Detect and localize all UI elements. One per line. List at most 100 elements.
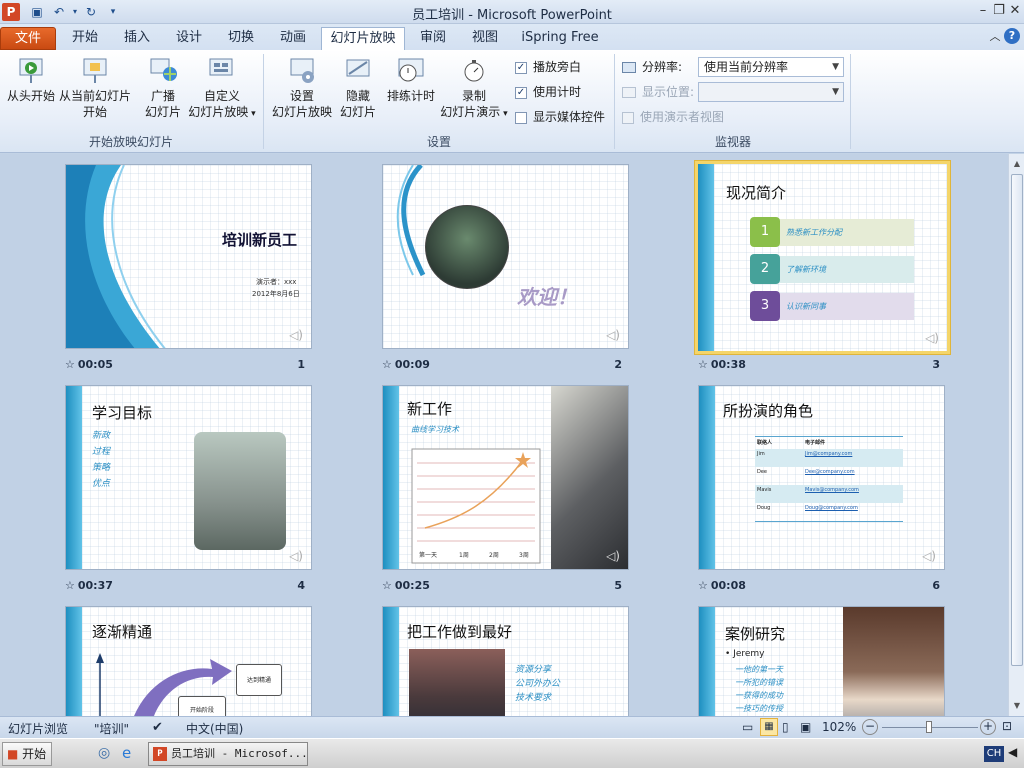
window-title: 员工培训 - Microsoft PowerPoint — [412, 8, 612, 23]
elderly-man-photo — [843, 607, 944, 716]
tab-review[interactable]: 审阅 — [410, 27, 456, 50]
show-media-controls-checkbox[interactable]: 显示媒体控件 — [515, 108, 605, 126]
theme-name[interactable]: "培训" — [94, 720, 129, 737]
slide-meta-2: ☆ 00:09 2 — [382, 358, 622, 371]
sub-bullet-list: 一他的第一天 一所犯的错误 一获得的成功 一技巧的传授 — [735, 665, 783, 713]
slideshow-view-icon[interactable]: ▣ — [800, 720, 811, 734]
slide-side-stripe — [698, 164, 714, 351]
slide-thumbnail-2[interactable]: 欢迎！ ◁) — [382, 164, 629, 349]
broadcast-icon — [150, 58, 177, 81]
table-header: 联络人 电子邮件 — [757, 440, 826, 446]
record-slideshow-button[interactable]: 录制 幻灯片演示 ▾ — [437, 56, 511, 122]
spellcheck-icon[interactable]: ✔ — [152, 720, 163, 735]
zoom-in-icon[interactable]: + — [980, 719, 996, 735]
setup-slideshow-button[interactable]: 设置 幻灯片放映 — [269, 56, 335, 120]
transition-star-icon: ☆ — [65, 358, 75, 371]
tab-transitions[interactable]: 切换 — [218, 27, 264, 50]
chevron-down-icon: ▼ — [832, 62, 839, 72]
tray-expand-icon[interactable]: ◀ — [1008, 745, 1017, 759]
tab-slide-show[interactable]: 幻灯片放映 — [321, 27, 405, 50]
hide-slide-icon — [346, 59, 370, 77]
tab-file[interactable]: 文件 — [0, 27, 56, 50]
from-current-slide-button[interactable]: 从当前幻灯片 开始 — [58, 56, 132, 120]
scroll-up-icon[interactable]: ▲ — [1009, 156, 1024, 172]
start-group-label: 开始放映幻灯片 — [88, 135, 173, 149]
slide-title: 现况简介 — [726, 184, 787, 202]
slide-meta-6: ☆ 00:08 6 — [698, 579, 940, 592]
list-item-text: 了解新环境 — [786, 265, 826, 274]
language-indicator[interactable]: 中文(中国) — [186, 720, 243, 737]
monitors-group-label: 监视器 — [714, 135, 751, 149]
list-item-text: 熟悉新工作分配 — [786, 228, 842, 237]
slide-side-stripe — [66, 607, 82, 716]
blue-wave-decoration — [66, 165, 166, 348]
presenter-view-checkbox[interactable]: 使用演示者视图 — [622, 108, 724, 126]
custom-slideshow-button[interactable]: 自定义 幻灯片放映 ▾ — [186, 56, 258, 122]
tab-design[interactable]: 设计 — [166, 27, 212, 50]
tab-insert[interactable]: 插入 — [114, 27, 160, 50]
help-icon[interactable]: ? — [1004, 28, 1020, 44]
zoom-level[interactable]: 102% — [822, 720, 856, 734]
title-bar: P ▣ ↶ ▾ ↻ ▾ 员工培训 - Microsoft PowerPoint … — [0, 0, 1024, 24]
slide-title: 欢迎！ — [517, 285, 577, 309]
fit-to-window-icon[interactable]: ⊡ — [1002, 719, 1012, 733]
table-row: Doug Doug@company.com — [757, 505, 858, 511]
slide-thumbnail-6[interactable]: 所扮演的角色 联络人 电子邮件 Jim Jim@company.com Dee Dee… — [698, 385, 945, 570]
show-on-label: 显示位置: — [622, 83, 694, 101]
tab-view[interactable]: 视图 — [462, 27, 508, 50]
contact-table: 联络人 电子邮件 Jim Jim@company.com Dee Dee@compan… — [755, 436, 903, 522]
people-photo — [194, 432, 286, 550]
input-language-indicator[interactable]: CH — [984, 746, 1004, 762]
slide-title: 新工作 — [407, 400, 453, 418]
slide-sorter-view-icon[interactable]: ▦ — [760, 718, 778, 736]
slide-thumbnail-1[interactable]: 培训新员工 演示者：xxx 2012年8月6日 ◁) — [65, 164, 312, 349]
slide-meta-5: ☆ 00:25 5 — [382, 579, 622, 592]
windows-logo-icon: ■ — [7, 747, 19, 761]
rehearse-timings-button[interactable]: 排练计时 — [383, 56, 439, 104]
play-narrations-checkbox[interactable]: ✓ 播放旁白 — [515, 58, 581, 76]
slide-thumbnail-8[interactable]: 把工作做到最好 资源分享 公司外办公 技术要求 — [382, 606, 629, 716]
tab-animations[interactable]: 动画 — [270, 27, 316, 50]
slide-thumbnail-7[interactable]: 逐渐精通 达到精通 开始阶段 — [65, 606, 312, 716]
slide-thumbnail-9[interactable]: 案例研究 • Jeremy 一他的第一天 一所犯的错误 一获得的成功 一技巧的传… — [698, 606, 945, 716]
close-icon[interactable]: ✕ — [1006, 2, 1024, 20]
zoom-out-icon[interactable]: − — [862, 719, 878, 735]
broadcast-slideshow-button[interactable]: 广播 幻灯片 — [140, 56, 186, 120]
resolution-dropdown[interactable]: 使用当前分辨率 ▼ — [698, 57, 844, 77]
zoom-slider-thumb[interactable] — [926, 721, 932, 733]
slide-side-stripe — [699, 386, 715, 569]
tab-ispring[interactable]: iSpring Free — [514, 27, 606, 50]
checkbox-checked-icon: ✓ — [515, 61, 527, 74]
from-beginning-button[interactable]: 从头开始 — [4, 56, 58, 104]
collapse-ribbon-icon[interactable]: ︿ — [986, 28, 1004, 46]
bullet-list: 资源分享 公司外办公 技术要求 — [515, 665, 561, 703]
diagram-box: 达到精通 — [236, 664, 282, 696]
hide-slide-button[interactable]: 隐藏 幻灯片 — [335, 56, 381, 120]
desktop-icon[interactable]: ◎ — [98, 745, 110, 761]
setup-group-label: 设置 — [426, 135, 451, 149]
scrollbar-thumb[interactable] — [1011, 174, 1023, 666]
slide-thumbnail-4[interactable]: 学习目标 新政 过程 策略 优点 ◁) — [65, 385, 312, 570]
normal-view-icon[interactable]: ▭ — [742, 720, 753, 734]
status-bar: 幻灯片浏览 "培训" ✔ 中文(中国) ▭ ▦ ▯ ▣ 102% − + ⊡ — [0, 716, 1024, 738]
checkbox-checked-icon: ✓ — [515, 86, 527, 99]
reading-view-icon[interactable]: ▯ — [782, 720, 789, 734]
taskbar-powerpoint-window[interactable]: P 员工培训 - Microsof... — [148, 742, 308, 766]
tab-home[interactable]: 开始 — [62, 27, 108, 50]
slide-meta-4: ☆ 00:37 4 — [65, 579, 305, 592]
use-timings-checkbox[interactable]: ✓ 使用计时 — [515, 83, 581, 101]
slide-thumbnail-3[interactable]: 现况简介 1 熟悉新工作分配 2 了解新环境 3 认识新同事 ◁) — [695, 161, 950, 354]
show-on-dropdown[interactable]: ▼ — [698, 82, 844, 102]
slide-title: 把工作做到最好 — [407, 623, 513, 641]
ribbon: 从头开始 从当前幻灯片 开始 广播 幻灯片 自定义 幻灯片放映 ▾ 开始放映幻灯… — [0, 50, 1024, 153]
table-row: Mavis Mavis@company.com — [755, 485, 903, 503]
start-button[interactable]: ■ 开始 — [2, 742, 52, 766]
vertical-scrollbar[interactable]: ▲ ▼ — [1008, 154, 1024, 716]
slide-thumbnail-5[interactable]: 新工作 曲线学习技术 第一天 1周 2周 3周 ◁) — [382, 385, 629, 570]
scroll-down-icon[interactable]: ▼ — [1009, 698, 1024, 714]
play-from-current-icon — [83, 58, 107, 83]
slide-side-stripe — [383, 607, 399, 716]
monitors-group: 分辨率: 使用当前分辨率 ▼ 显示位置: ▼ 使用演示者视图 监视器 — [616, 50, 850, 153]
internet-explorer-icon[interactable]: e — [122, 744, 131, 762]
record-stopwatch-icon — [464, 60, 484, 82]
